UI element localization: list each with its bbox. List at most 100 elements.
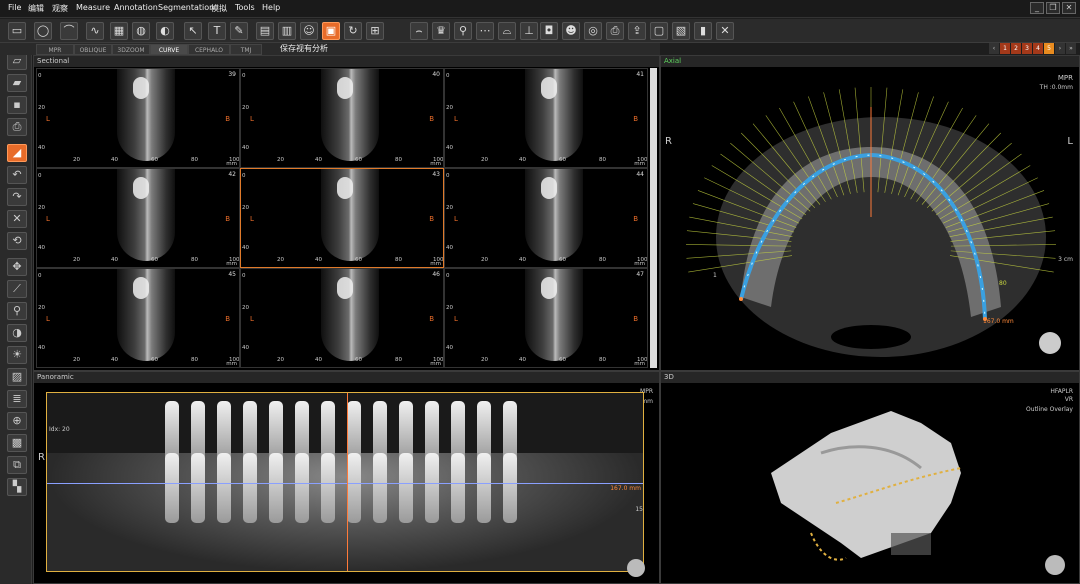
ceph-icon[interactable]: ☺: [300, 22, 318, 40]
folder-icon[interactable]: ▰: [7, 74, 27, 92]
axial-image[interactable]: [661, 67, 1080, 372]
tab-oblique[interactable]: OBLIQUE: [74, 44, 112, 55]
undo-icon[interactable]: ↶: [7, 166, 27, 184]
image-icon[interactable]: ▩: [7, 434, 27, 452]
tab-tmj[interactable]: TMJ: [230, 44, 262, 55]
sectional-cell[interactable]: 42 L B 20 40 60 80 100 0 20 40 mm: [36, 168, 240, 268]
vr3d-panel[interactable]: 3D HFAPLR VR Outline Overlay: [660, 371, 1080, 584]
bucket-icon[interactable]: ◐: [156, 22, 174, 40]
tab-cephalo[interactable]: CEPHALO: [188, 44, 230, 55]
rotate-icon[interactable]: ↻: [344, 22, 362, 40]
grid-icon[interactable]: ▦: [110, 22, 128, 40]
delete-icon[interactable]: ✕: [7, 210, 27, 228]
reset-icon[interactable]: ⟲: [7, 232, 27, 250]
copy-icon[interactable]: ⧉: [7, 456, 27, 474]
pager-4[interactable]: 4: [1033, 43, 1043, 54]
vr3d-render[interactable]: [661, 383, 1080, 583]
head-orientation-icon[interactable]: [1045, 555, 1065, 575]
tooth-icon[interactable]: ⚲: [454, 22, 472, 40]
axial-panel[interactable]: Axial MPR TH :0.0mm R L 3 cm 1 80 167.0 …: [660, 55, 1080, 371]
crown-icon[interactable]: ♛: [432, 22, 450, 40]
sectional-cell[interactable]: 45 L B 20 40 60 80 100 0 20 40 mm: [36, 268, 240, 368]
chart-bars-icon[interactable]: ▮: [694, 22, 712, 40]
menu-help[interactable]: Help: [262, 3, 280, 12]
save-icon[interactable]: ▪: [7, 96, 27, 114]
panoramic-icon[interactable]: ▥: [278, 22, 296, 40]
panoramic-image[interactable]: Idx: 20 167.0 mm: [46, 392, 644, 572]
monitor-icon[interactable]: ▢: [650, 22, 668, 40]
arch-start-point[interactable]: [739, 297, 743, 301]
vertical-crosshair[interactable]: [347, 393, 348, 571]
window-level-icon[interactable]: ▨: [7, 368, 27, 386]
tab-curve[interactable]: CURVE: [150, 44, 188, 55]
tab-3dzoom[interactable]: 3DZOOM: [112, 44, 150, 55]
user-icon[interactable]: ☻: [562, 22, 580, 40]
chart-icon[interactable]: ∿: [86, 22, 104, 40]
text-icon[interactable]: T: [208, 22, 226, 40]
sectional-cell[interactable]: 47 L B 20 40 60 80 100 0 20 40 mm: [444, 268, 648, 368]
sectional-cell[interactable]: 40 L B 20 40 60 80 100 0 20 40 mm: [240, 68, 444, 168]
menu-annotation[interactable]: Annotation: [114, 3, 158, 12]
pano-tooth: [347, 453, 361, 523]
pager-5[interactable]: 5: [1044, 43, 1054, 54]
sectional-scrollbar[interactable]: [650, 68, 657, 368]
menu-edit[interactable]: 编辑: [28, 3, 44, 14]
tools-icon[interactable]: ✕: [716, 22, 734, 40]
measure-icon[interactable]: ⟋: [7, 280, 27, 298]
tab-mpr[interactable]: MPR: [36, 44, 74, 55]
minimize-button[interactable]: _: [1030, 2, 1044, 14]
ellipse-icon[interactable]: ◯: [34, 22, 52, 40]
export-icon[interactable]: ⇪: [628, 22, 646, 40]
panoramic-panel[interactable]: Panoramic MPR TH :0.0mm R L Idx: 20 167.…: [33, 371, 660, 584]
disc-icon[interactable]: ◎: [584, 22, 602, 40]
cursor-icon[interactable]: ↖: [184, 22, 202, 40]
pager-1[interactable]: 1: [1000, 43, 1010, 54]
layers-icon[interactable]: ▣: [322, 22, 340, 40]
menu-segmentation[interactable]: Segmentation: [158, 3, 214, 12]
sectional-cell[interactable]: 44 L B 20 40 60 80 100 0 20 40 mm: [444, 168, 648, 268]
printer-icon[interactable]: ⎙: [7, 118, 27, 136]
menu-view[interactable]: 观察: [52, 3, 68, 14]
close-button[interactable]: ✕: [1062, 2, 1076, 14]
layers-stack-icon[interactable]: ≣: [7, 390, 27, 408]
zoom-icon[interactable]: ⚲: [7, 302, 27, 320]
menu-file[interactable]: File: [8, 3, 21, 12]
restore-button[interactable]: ❐: [1046, 2, 1060, 14]
pen-icon[interactable]: ✎: [230, 22, 248, 40]
head-orientation-icon[interactable]: [1039, 332, 1061, 354]
menu-measure[interactable]: Measure: [76, 3, 110, 12]
camera-icon[interactable]: ◘: [540, 22, 558, 40]
teeth-row-icon[interactable]: ⋯: [476, 22, 494, 40]
print-icon[interactable]: ⎙: [606, 22, 624, 40]
head-orientation-icon[interactable]: [627, 559, 645, 577]
pager-2[interactable]: 2: [1011, 43, 1021, 54]
layout-icon[interactable]: ▧: [672, 22, 690, 40]
pager-next[interactable]: ›: [1055, 43, 1065, 54]
redo-icon[interactable]: ↷: [7, 188, 27, 206]
move-icon[interactable]: ✥: [7, 258, 27, 276]
menu-tools[interactable]: Tools: [235, 3, 255, 12]
sectional-cell[interactable]: 46 L B 20 40 60 80 100 0 20 40 mm: [240, 268, 444, 368]
checker-icon[interactable]: ▚: [7, 478, 27, 496]
sectional-cell[interactable]: 43 L B 20 40 60 80 100 0 20 40 mm: [240, 168, 444, 268]
contrast-icon[interactable]: ◑: [7, 324, 27, 342]
ruler-icon[interactable]: ▭: [8, 22, 26, 40]
save-analysis-label[interactable]: 保存视有分析: [280, 43, 328, 55]
report-icon[interactable]: ▤: [256, 22, 274, 40]
pager-prev[interactable]: ‹: [989, 43, 999, 54]
arch-icon[interactable]: ⌓: [498, 22, 516, 40]
menu-simulate[interactable]: 模拟: [211, 3, 227, 14]
brightness-icon[interactable]: ☀: [7, 346, 27, 364]
curve-icon[interactable]: ⌒: [60, 22, 78, 40]
bone-icon[interactable]: ⊥: [520, 22, 538, 40]
sectional-cell[interactable]: 39 L B 20 40 60 80 100 0 20 40 mm: [36, 68, 240, 168]
nerve-icon[interactable]: ⌢: [410, 22, 428, 40]
globe-icon[interactable]: ◍: [132, 22, 150, 40]
pager-last[interactable]: »: [1066, 43, 1076, 54]
pager-3[interactable]: 3: [1022, 43, 1032, 54]
magnify-icon[interactable]: ⊕: [7, 412, 27, 430]
implant-icon[interactable]: ⊞: [366, 22, 384, 40]
sectional-cell[interactable]: 41 L B 20 40 60 80 100 0 20 40 mm: [444, 68, 648, 168]
draw-curve-icon[interactable]: ◢: [7, 144, 27, 162]
sectional-panel[interactable]: Sectional 39 L B 20 40 60 80 100 0 20 40 mm 40 L B 20 40…: [33, 55, 660, 371]
